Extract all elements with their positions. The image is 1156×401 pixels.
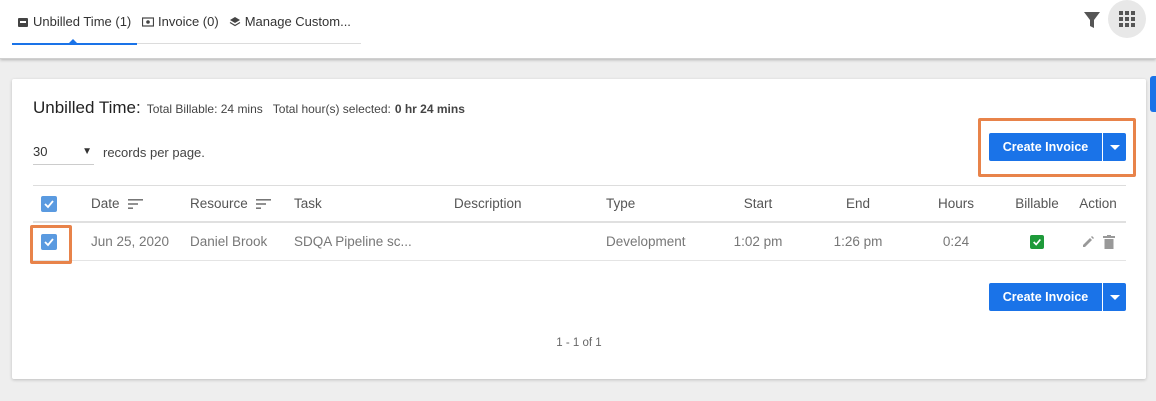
sort-icon[interactable]: [127, 198, 143, 210]
per-page-select[interactable]: 30 ▼: [33, 139, 94, 165]
tab-bar: Unbilled Time (1) Invoice (0) Manage Cus…: [12, 0, 361, 45]
total-billable: Total Billable: 24 mins: [146, 102, 263, 116]
trash-icon[interactable]: [1103, 234, 1115, 249]
column-type: Type: [606, 196, 636, 211]
create-invoice-group-bottom: Create Invoice: [989, 283, 1126, 311]
caret-down-icon: [1109, 144, 1120, 150]
invoice-icon: [142, 16, 154, 27]
column-date[interactable]: Date: [91, 186, 143, 221]
column-billable: Billable: [1015, 196, 1059, 211]
column-action: Action: [1079, 196, 1117, 211]
check-icon: [44, 199, 54, 208]
filter-icon[interactable]: [1083, 10, 1101, 30]
side-panel-toggle[interactable]: [1150, 76, 1156, 112]
column-task: Task: [294, 196, 322, 211]
column-label: Date: [91, 196, 120, 211]
column-start: Start: [743, 196, 773, 211]
active-tab-indicator: [68, 38, 78, 44]
column-hours: Hours: [937, 196, 974, 211]
tab-label: Invoice (0): [158, 14, 219, 29]
column-resource[interactable]: Resource: [190, 186, 271, 221]
pencil-icon[interactable]: [1081, 235, 1095, 249]
cell-date: Jun 25, 2020: [91, 234, 170, 249]
per-page-value: 30: [33, 144, 48, 159]
layers-icon: [229, 16, 241, 26]
records-per-page: 30 ▼ records per page.: [33, 139, 205, 165]
total-selected-label: Total hour(s) selected:: [272, 102, 391, 116]
table-row: Jun 25, 2020 Daniel Brook SDQA Pipeline …: [33, 223, 1126, 261]
column-label: Resource: [190, 196, 248, 211]
unbilled-time-table: Date Resource Task Description Type Star…: [33, 185, 1126, 261]
cell-task: SDQA Pipeline sc...: [294, 234, 412, 249]
summary-heading: Unbilled Time: Total Billable: 24 mins T…: [33, 98, 465, 118]
billable-checkbox[interactable]: [1030, 234, 1044, 249]
pagination-info: 1 - 1 of 1: [556, 337, 602, 349]
tab-manage-customers[interactable]: Manage Custom...: [224, 0, 356, 44]
unbilled-time-card: Unbilled Time: Total Billable: 24 mins T…: [12, 79, 1146, 379]
cell-type: Development: [606, 234, 686, 249]
cell-resource: Daniel Brook: [190, 234, 268, 249]
per-page-label: records per page.: [103, 144, 205, 160]
create-invoice-button-bottom[interactable]: Create Invoice: [989, 283, 1102, 311]
cell-end: 1:26 pm: [833, 234, 883, 249]
caret-down-icon: [1109, 294, 1120, 300]
sort-icon[interactable]: [255, 198, 271, 210]
highlight-row-checkbox: [30, 225, 72, 264]
page-title: Unbilled Time:: [33, 98, 141, 117]
tab-unbilled-time[interactable]: Unbilled Time (1): [12, 0, 137, 45]
cell-billable: [1007, 223, 1067, 260]
grid-apps-icon: [1119, 11, 1135, 27]
tab-label: Unbilled Time (1): [33, 14, 132, 29]
create-invoice-button[interactable]: Create Invoice: [989, 133, 1102, 161]
column-description: Description: [454, 196, 522, 211]
select-all-checkbox[interactable]: [41, 195, 57, 212]
create-invoice-group-top: Create Invoice: [989, 133, 1126, 161]
tab-label: Manage Custom...: [244, 14, 351, 29]
cell-hours: 0:24: [942, 234, 970, 249]
cell-start: 1:02 pm: [733, 234, 783, 249]
create-invoice-dropdown-bottom[interactable]: [1103, 283, 1126, 311]
top-bar: Unbilled Time (1) Invoice (0) Manage Cus…: [0, 0, 1156, 59]
select-all-cell: [41, 186, 57, 221]
table-header: Date Resource Task Description Type Star…: [33, 185, 1126, 223]
column-end: End: [845, 196, 871, 211]
total-selected-value: 0 hr 24 mins: [394, 102, 465, 116]
tab-invoice[interactable]: Invoice (0): [137, 0, 224, 44]
caret-down-icon: ▼: [82, 146, 92, 157]
apps-grid-button[interactable]: [1108, 0, 1146, 38]
create-invoice-dropdown[interactable]: [1103, 133, 1126, 161]
check-icon: [1033, 238, 1041, 246]
wallet-icon: [18, 17, 28, 27]
cell-action: [1073, 223, 1123, 260]
